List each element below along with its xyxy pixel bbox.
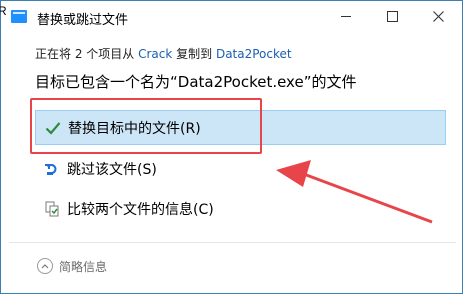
minimize-icon — [341, 15, 351, 17]
skip-option-label: 跳过该文件(S) — [67, 161, 157, 178]
title-bar: R 替换或跳过文件 — [0, 1, 462, 33]
maximize-button[interactable] — [369, 1, 415, 31]
copy-prefix: 正在将 2 个项目从 — [35, 47, 139, 61]
window-icon — [11, 10, 27, 23]
minimize-button[interactable] — [323, 1, 369, 31]
edge-text: R — [0, 4, 7, 18]
copy-source-line: 正在将 2 个项目从 Crack 复制到 Data2Pocket — [35, 45, 292, 62]
compare-option[interactable]: 比较两个文件的信息(C) — [35, 191, 446, 226]
annotation-highlight-box — [30, 98, 262, 154]
maximize-icon — [386, 10, 398, 22]
close-icon — [432, 10, 444, 22]
source-folder-link[interactable]: Crack — [138, 47, 172, 61]
fewer-details-label: 简略信息 — [59, 259, 108, 274]
copy-middle: 复制到 — [172, 47, 216, 61]
compare-files-icon — [43, 200, 61, 218]
skip-arrow-icon — [43, 160, 61, 178]
footer-divider — [9, 242, 456, 243]
chevron-up-icon — [37, 258, 53, 274]
window-title: 替换或跳过文件 — [37, 13, 129, 28]
conflict-heading: 目标已包含一个名为“Data2Pocket.exe”的文件 — [35, 73, 357, 91]
destination-folder-link[interactable]: Data2Pocket — [216, 47, 292, 61]
compare-option-label: 比较两个文件的信息(C) — [67, 201, 214, 218]
skip-option[interactable]: 跳过该文件(S) — [35, 151, 446, 186]
fewer-details-toggle[interactable]: 简略信息 — [37, 256, 107, 276]
close-button[interactable] — [415, 1, 461, 31]
